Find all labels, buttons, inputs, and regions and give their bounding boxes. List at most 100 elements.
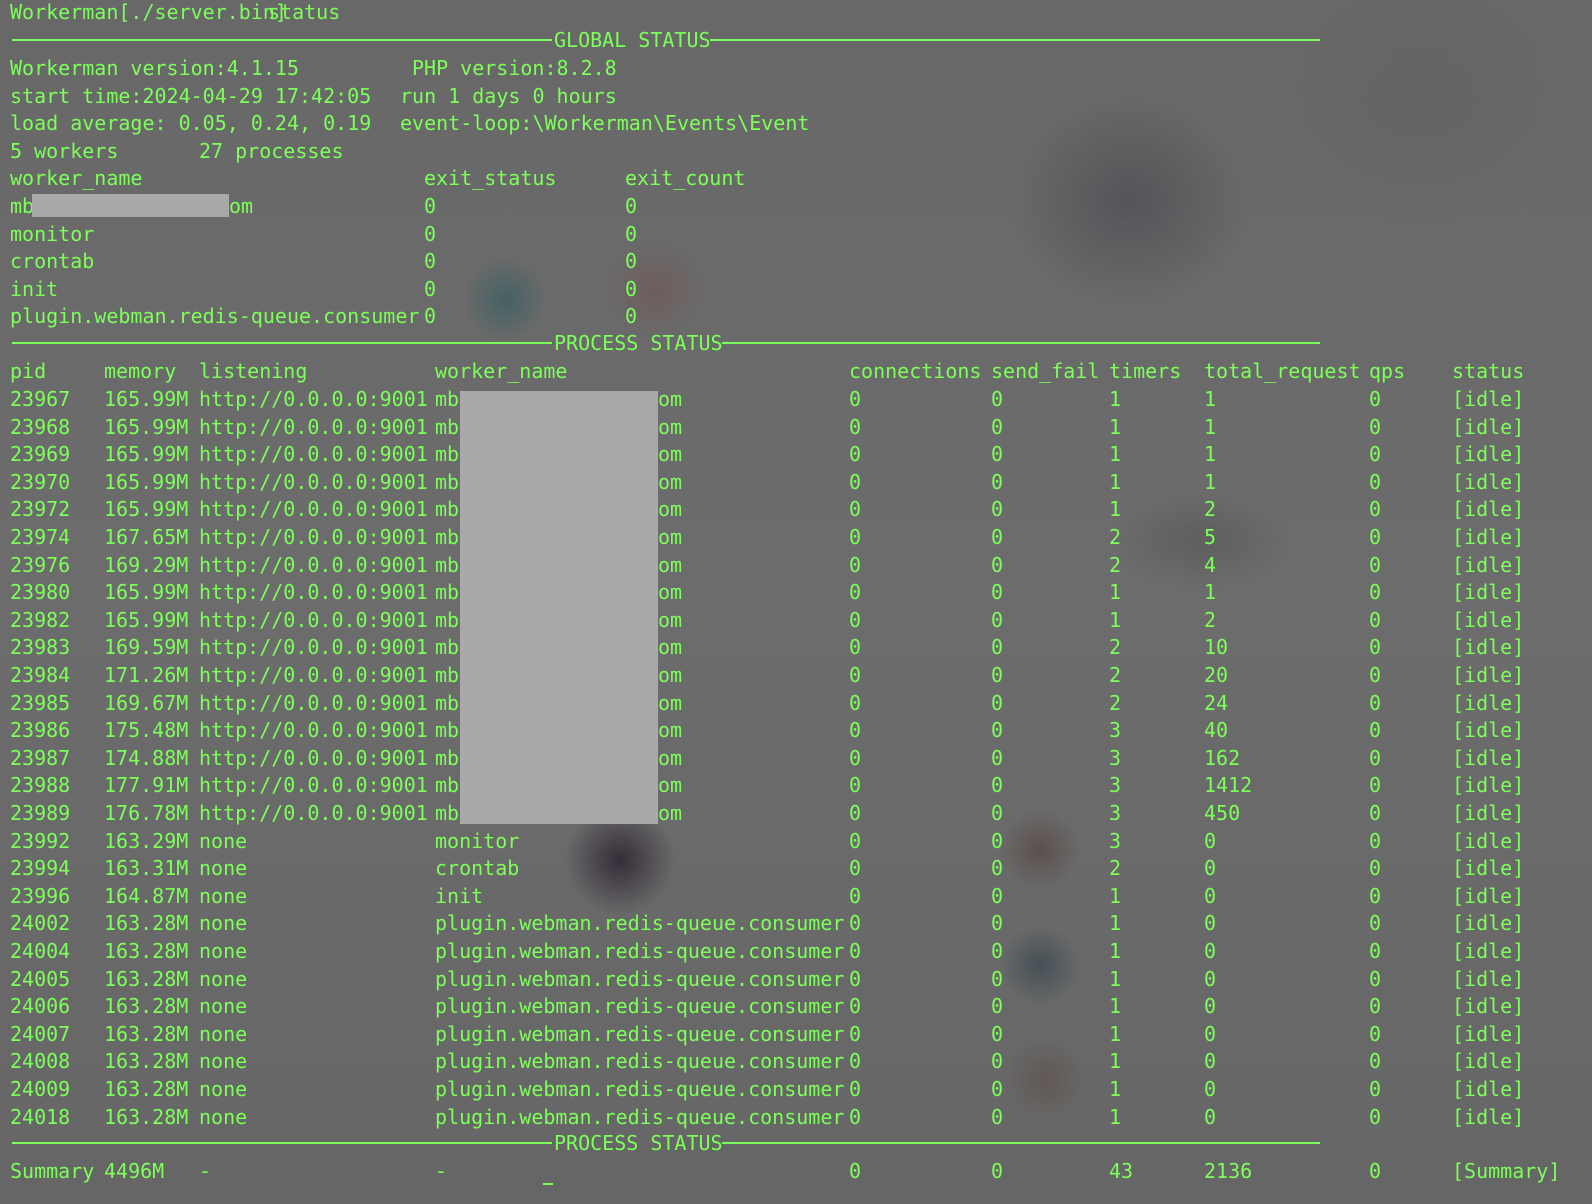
exit-count: 0 [625, 249, 638, 274]
worker-name: mb [435, 635, 460, 660]
worker-name: plugin.webman.redis-queue.consumer [435, 1021, 845, 1046]
col-exit-count: exit_count [625, 166, 746, 190]
listening: http://0.0.0.0:9001 [199, 773, 428, 798]
process-row: 24005 163.28M none plugin.webman.redis-queu… [0, 965, 1592, 993]
connections: 0 [849, 607, 862, 632]
memory: 165.99M [104, 607, 189, 632]
workers-line: 5 workers 27 processes [0, 137, 1592, 165]
total-request: 0 [1204, 828, 1217, 853]
summary-separator: PROCESS STATUS [0, 1129, 1592, 1157]
worker-name-suffix: om [658, 690, 683, 715]
worker-name: mb [435, 414, 460, 439]
pid: 24007 [10, 1021, 71, 1046]
status: [idle] [1452, 1021, 1525, 1046]
run-time: run 1 days 0 hours [400, 84, 617, 108]
process-row: 23996 164.87M none init 0 0 1 0 0 [idle] [0, 882, 1592, 910]
pid: 23976 [10, 552, 71, 577]
timers: 3 [1109, 718, 1122, 743]
pid: 23996 [10, 883, 71, 908]
memory: 177.91M [104, 773, 189, 798]
memory: 165.99M [104, 442, 189, 467]
connections: 0 [849, 856, 862, 881]
separator-rule-right [722, 1142, 1320, 1144]
total-request: 1 [1204, 387, 1217, 411]
send-fail: 0 [991, 801, 1004, 825]
total-request: 2 [1204, 607, 1217, 632]
qps: 0 [1369, 635, 1382, 660]
process-row: 23987 174.88M http://0.0.0.0:9001 mb om 0 0 3 16… [0, 744, 1592, 772]
worker-name: plugin.webman.redis-queue.consumer [435, 966, 845, 991]
separator-rule-left [12, 1142, 552, 1144]
exit-status: 0 [424, 249, 437, 274]
worker-name-suffix: om [658, 552, 683, 577]
process-status-separator: PROCESS STATUS [0, 329, 1592, 357]
listening: none [199, 994, 248, 1019]
memory: 165.99M [104, 469, 189, 494]
qps: 0 [1369, 607, 1382, 632]
connections: 0 [849, 469, 862, 494]
process-row: 23992 163.29M none monitor 0 0 3 0 0 [idle] [0, 827, 1592, 855]
status: [idle] [1452, 580, 1525, 605]
summary-send-fail: 0 [991, 1159, 1004, 1183]
timers: 1 [1109, 497, 1122, 522]
worker-row: crontab 0 0 [0, 247, 1592, 275]
status: [idle] [1452, 387, 1525, 411]
pid: 24004 [10, 939, 71, 963]
connections: 0 [849, 801, 862, 825]
status: [idle] [1452, 1077, 1525, 1101]
send-fail: 0 [991, 883, 1004, 908]
listening: http://0.0.0.0:9001 [199, 745, 428, 770]
summary-label: Summary [10, 1159, 95, 1183]
status: [idle] [1452, 801, 1525, 825]
memory: 165.99M [104, 580, 189, 605]
memory: 169.29M [104, 552, 189, 577]
worker-name-suffix: om [658, 635, 683, 660]
memory: 164.87M [104, 883, 189, 908]
memory: 163.29M [104, 828, 189, 853]
worker-row: init 0 0 [0, 275, 1592, 303]
qps: 0 [1369, 387, 1382, 411]
connections: 0 [849, 552, 862, 577]
total-request: 4 [1204, 552, 1217, 577]
total-request: 0 [1204, 966, 1217, 991]
worker-name: init [435, 883, 484, 908]
process-row: 23976 169.29M http://0.0.0.0:9001 mb om 0 0 2 4 0… [0, 551, 1592, 579]
connections: 0 [849, 663, 862, 687]
pid: 23972 [10, 497, 71, 522]
timers: 2 [1109, 525, 1122, 549]
worker-name: crontab [435, 856, 520, 881]
qps: 0 [1369, 525, 1382, 549]
timers: 1 [1109, 883, 1122, 908]
worker-name: monitor [10, 221, 95, 246]
process-row: 23985 169.67M http://0.0.0.0:9001 mb om 0 0 2 24… [0, 689, 1592, 717]
process-row: 24006 163.28M none plugin.webman.redis-queu… [0, 992, 1592, 1020]
load-average: load average: 0.05, 0.24, 0.19 [10, 111, 372, 135]
process-row: 24007 163.28M none plugin.webman.redis-queu… [0, 1020, 1592, 1048]
terminal-window[interactable]: Workerman[./server.bin] status GLOBAL ST… [0, 0, 1592, 1204]
send-fail: 0 [991, 828, 1004, 853]
total-request: 20 [1204, 663, 1229, 687]
send-fail: 0 [991, 994, 1004, 1019]
pid: 23994 [10, 856, 71, 881]
process-row: 23980 165.99M http://0.0.0.0:9001 mb om 0 0 1 1 0… [0, 578, 1592, 606]
connections: 0 [849, 939, 862, 963]
memory: 176.78M [104, 801, 189, 825]
listening: http://0.0.0.0:9001 [199, 663, 428, 687]
process-row: 23984 171.26M http://0.0.0.0:9001 mb om 0 0 2 20… [0, 661, 1592, 689]
worker-row: mb om 0 0 [0, 192, 1592, 220]
listening: none [199, 939, 248, 963]
total-request: 1 [1204, 442, 1217, 467]
memory: 163.28M [104, 911, 189, 936]
col-pid: pid [10, 359, 47, 383]
timers: 2 [1109, 635, 1122, 660]
process-table-header: pid memory listening worker_name connect… [0, 357, 1592, 385]
listening: none [199, 1077, 248, 1101]
timers: 2 [1109, 856, 1122, 881]
timers: 3 [1109, 773, 1122, 798]
col-worker-name: worker_name [435, 359, 568, 383]
worker-name-suffix: om [658, 525, 683, 549]
memory: 163.28M [104, 1104, 189, 1129]
connections: 0 [849, 828, 862, 853]
send-fail: 0 [991, 580, 1004, 605]
worker-table-header: worker_name exit_status exit_count [0, 164, 1592, 192]
